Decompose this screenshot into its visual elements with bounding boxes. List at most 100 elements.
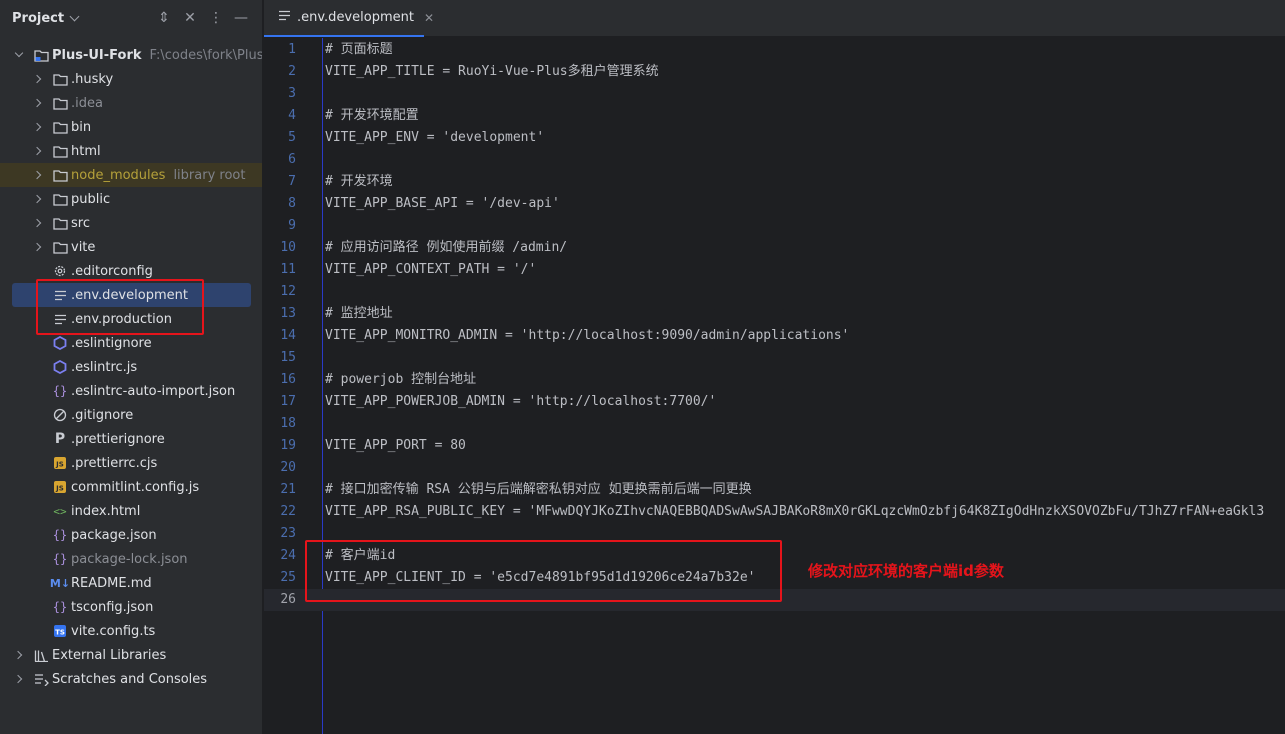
code-line[interactable]: 21 # 接口加密传输 RSA 公钥与后端解密私钥对应 如更换需前后端一同更换 <box>264 479 1285 501</box>
code-line[interactable]: 17 VITE_APP_POWERJOB_ADMIN = 'http://loca… <box>264 391 1285 413</box>
tree-item-root[interactable]: Plus-UI-ForkF:\codes\fork\Plus-UI <box>0 43 262 67</box>
chevron-right-icon[interactable] <box>13 674 23 684</box>
tree-label: .prettierrc.cjs <box>71 455 158 471</box>
code-line[interactable]: 4 # 开发环境配置 <box>264 105 1285 127</box>
code-line[interactable]: 20 <box>264 457 1285 479</box>
tree-item-package-json[interactable]: {} package.json <box>0 523 262 547</box>
tree-label: External Libraries <box>52 647 167 663</box>
tree-item-husky[interactable]: .husky <box>0 67 262 91</box>
code-line[interactable]: 5 VITE_APP_ENV = 'development' <box>264 127 1285 149</box>
project-panel: Project ⇕ ✕ ⋮ — Plus-UI-Fork F:\codes\for… <box>0 0 263 734</box>
more-options-icon[interactable]: ⋮ <box>208 9 224 27</box>
line-number: 19 <box>280 438 296 453</box>
tree-label: bin <box>71 119 92 135</box>
line-number: 25 <box>280 570 296 585</box>
code-text: VITE_APP_ENV = 'development' <box>325 130 545 145</box>
tree-label: Scratches and Consoles <box>52 671 208 687</box>
expand-all-icon[interactable]: ⇕ <box>156 9 172 27</box>
line-number: 16 <box>280 372 296 387</box>
tree-label: package-lock.json <box>71 551 188 567</box>
tree-label: commitlint.config.js <box>71 479 200 495</box>
line-number: 1 <box>288 42 296 57</box>
code-line[interactable]: 8 VITE_APP_BASE_API = '/dev-api' <box>264 193 1285 215</box>
chevron-right-icon[interactable] <box>32 98 42 108</box>
tree-item-idea[interactable]: .idea <box>0 91 262 115</box>
chevron-right-icon[interactable] <box>32 242 42 252</box>
line-number: 10 <box>280 240 296 255</box>
project-view-selector[interactable]: Project <box>12 11 64 26</box>
tree-item-readme[interactable]: M↓ README.md <box>0 571 262 595</box>
library-icon <box>33 647 49 663</box>
code-text: # 监控地址 <box>325 306 393 321</box>
code-line[interactable]: 7 # 开发环境 <box>264 171 1285 193</box>
code-text: VITE_APP_RSA_PUBLIC_KEY = 'MFwwDQYJKoZIh… <box>325 504 1265 519</box>
tree-item-vite-config[interactable]: TS vite.config.ts <box>0 619 262 643</box>
tree-item-eslintrc[interactable]: .eslintrc.js <box>0 355 262 379</box>
collapse-all-icon[interactable]: ✕ <box>182 9 198 27</box>
code-line[interactable]: 15 <box>264 347 1285 369</box>
code-line[interactable]: 18 <box>264 413 1285 435</box>
tree-item-gitignore[interactable]: .gitignore <box>0 403 262 427</box>
tree-label: .eslintrc-auto-import.json <box>71 383 236 399</box>
tree-item-package-lock[interactable]: {} package-lock.json <box>0 547 262 571</box>
line-number: 3 <box>288 86 296 101</box>
code-line[interactable]: 13 # 监控地址 <box>264 303 1285 325</box>
folder-icon <box>52 167 68 183</box>
code-line[interactable]: 12 <box>264 281 1285 303</box>
code-line[interactable]: 11 VITE_APP_CONTEXT_PATH = '/' <box>264 259 1285 281</box>
code-line[interactable]: 14 VITE_APP_MONITRO_ADMIN = 'http://local… <box>264 325 1285 347</box>
code-text: VITE_APP_POWERJOB_ADMIN = 'http://localh… <box>325 394 717 409</box>
code-text: VITE_APP_TITLE = RuoYi-Vue-Plus多租户管理系统 <box>325 64 659 79</box>
line-number: 9 <box>288 218 296 233</box>
tree-item-external-libraries[interactable]: External Libraries <box>0 643 262 667</box>
tree-item-prettierignore[interactable]: P .prettierignore <box>0 427 262 451</box>
chevron-right-icon[interactable] <box>32 122 42 132</box>
annotation-text: 修改对应环境的客户端id参数 <box>808 562 1004 580</box>
tree-item-node-modules[interactable]: node_modules library root <box>0 163 262 187</box>
code-line[interactable]: 22 VITE_APP_RSA_PUBLIC_KEY = 'MFwwDQYJKoZ… <box>264 501 1285 523</box>
chevron-right-icon[interactable] <box>32 74 42 84</box>
code-line[interactable]: 16 # powerjob 控制台地址 <box>264 369 1285 391</box>
code-line[interactable]: 1 # 页面标题 <box>264 39 1285 61</box>
tree-item-eslintrc-auto-import[interactable]: {} .eslintrc-auto-import.json <box>0 379 262 403</box>
code-line[interactable]: 10 # 应用访问路径 例如使用前缀 /admin/ <box>264 237 1285 259</box>
tree-item-scratches[interactable]: Scratches and Consoles <box>0 667 262 691</box>
folder-icon <box>52 119 68 135</box>
code-editor[interactable]: 1 # 页面标题 2 VITE_APP_TITLE = RuoYi-Vue-Plus多… <box>264 38 1285 734</box>
chevron-right-icon[interactable] <box>32 170 42 180</box>
code-line[interactable]: 2 VITE_APP_TITLE = RuoYi-Vue-Plus多租户管理系统 <box>264 61 1285 83</box>
hide-panel-icon[interactable]: — <box>233 9 249 27</box>
eslint-icon <box>52 335 68 351</box>
chevron-right-icon[interactable] <box>32 218 42 228</box>
code-text: # 应用访问路径 例如使用前缀 /admin/ <box>325 240 568 255</box>
html-icon: <> <box>53 504 67 518</box>
chevron-down-icon[interactable] <box>14 48 24 58</box>
tree-item-bin[interactable]: bin <box>0 115 262 139</box>
tree-item-html[interactable]: html <box>0 139 262 163</box>
tree-item-src[interactable]: src <box>0 211 262 235</box>
chevron-right-icon[interactable] <box>13 650 23 660</box>
chevron-down-icon[interactable] <box>69 11 80 21</box>
js-icon: JS <box>52 455 68 471</box>
code-line[interactable]: 3 <box>264 83 1285 105</box>
tree-label: vite <box>71 239 96 255</box>
chevron-right-icon[interactable] <box>32 194 42 204</box>
tree-label: index.html <box>71 503 141 519</box>
eslint-icon <box>52 359 68 375</box>
chevron-right-icon[interactable] <box>32 146 42 156</box>
tree-item-tsconfig[interactable]: {} tsconfig.json <box>0 595 262 619</box>
line-number: 13 <box>280 306 296 321</box>
tree-item-public[interactable]: public <box>0 187 262 211</box>
tree-label: .eslintrc.js <box>71 359 138 375</box>
code-line[interactable]: 9 <box>264 215 1285 237</box>
tree-item-vite[interactable]: vite <box>0 235 262 259</box>
code-line[interactable]: 19 VITE_APP_PORT = 80 <box>264 435 1285 457</box>
tree-item-prettierrc[interactable]: JS .prettierrc.cjs <box>0 451 262 475</box>
close-icon[interactable]: ✕ <box>424 11 434 25</box>
tree-item-index-html[interactable]: <> index.html <box>0 499 262 523</box>
code-line[interactable]: 6 <box>264 149 1285 171</box>
tree-item-commitlint[interactable]: JS commitlint.config.js <box>0 475 262 499</box>
tree-label: node_modules library root <box>71 167 246 183</box>
ts-icon: TS <box>52 623 68 639</box>
tab-env-development[interactable]: .env.development ✕ <box>264 0 434 37</box>
